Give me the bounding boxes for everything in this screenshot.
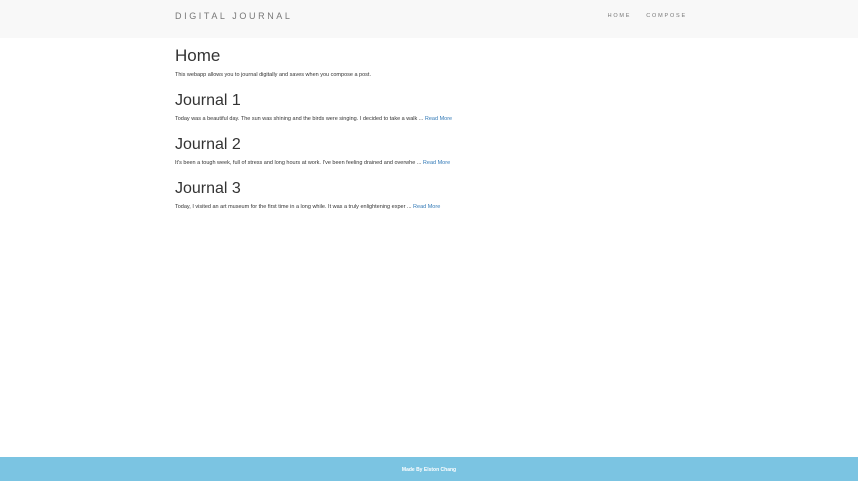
- read-more-link[interactable]: Read More: [425, 116, 452, 122]
- nav-links: HOME COMPOSE: [608, 13, 687, 19]
- footer-credit: Made By Elston Chang: [401, 467, 457, 473]
- read-more-link[interactable]: Read More: [413, 204, 440, 210]
- post-excerpt: Today was a beautiful day. The sun was s…: [175, 116, 424, 122]
- nav-home-link[interactable]: HOME: [608, 13, 632, 19]
- post-excerpt-line: Today was a beautiful day. The sun was s…: [175, 115, 695, 123]
- page-title: Home: [175, 46, 221, 65]
- post-excerpt: Today, I visited an art museum for the f…: [175, 204, 412, 210]
- post-title: Journal 3: [175, 180, 241, 197]
- brand-link[interactable]: DIGITAL JOURNAL: [175, 11, 293, 21]
- intro-text: This webapp allows you to journal digita…: [175, 72, 371, 78]
- page: DIGITAL JOURNAL HOME COMPOSE Home This w…: [0, 0, 858, 481]
- post-excerpt-line: It's been a tough week, full of stress a…: [175, 159, 695, 167]
- post-title: Journal 1: [175, 92, 241, 109]
- main-content: Home This webapp allows you to journal d…: [175, 45, 695, 211]
- post-title: Journal 2: [175, 136, 241, 153]
- footer: Made By Elston Chang: [0, 457, 858, 481]
- post-item: Journal 2 It's been a tough week, full o…: [175, 134, 695, 167]
- post-excerpt-line: Today, I visited an art museum for the f…: [175, 203, 695, 211]
- post-item: Journal 3 Today, I visited an art museum…: [175, 178, 695, 211]
- post-excerpt: It's been a tough week, full of stress a…: [175, 160, 422, 166]
- nav-compose-link[interactable]: COMPOSE: [646, 13, 687, 19]
- post-item: Journal 1 Today was a beautiful day. The…: [175, 90, 695, 123]
- navbar: DIGITAL JOURNAL HOME COMPOSE: [0, 0, 858, 38]
- read-more-link[interactable]: Read More: [423, 160, 450, 166]
